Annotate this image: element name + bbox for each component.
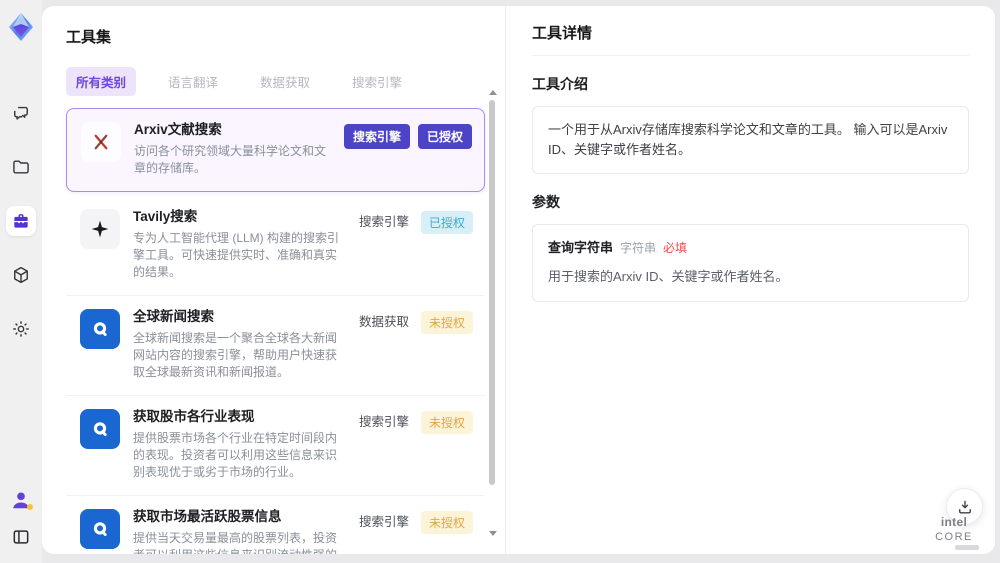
tool-detail-pane: 工具详情 工具介绍 一个用于从Arxiv存储库搜索科学论文和文章的工具。 输入可… (505, 6, 995, 554)
intel-wordmark: intel (940, 515, 968, 529)
tool-card-active-stocks[interactable]: 获取市场最活跃股票信息 提供当天交易量最高的股票列表，投资者可以利用这些信息来识… (66, 496, 485, 554)
status-badge[interactable]: 已授权 (417, 124, 472, 149)
tab-data-fetch[interactable]: 数据获取 (250, 67, 320, 96)
intel-core-logo: intel CORE (921, 515, 987, 550)
tool-description: 提供当天交易量最高的股票列表，投资者可以利用这些信息来识别流动性强的股票和潜在的… (133, 530, 338, 554)
tool-card-arxiv[interactable]: Arxiv文献搜索 访问各个研究领域大量科学论文和文章的存储库。 搜索引擎 已授… (66, 108, 485, 192)
param-description: 用于搜索的Arxiv ID、关键字或作者姓名。 (548, 269, 789, 285)
tab-search-engine[interactable]: 搜索引擎 (342, 67, 412, 96)
main-surface: 工具集 所有类别 语言翻译 数据获取 搜索引擎 Arxiv文献搜索 访问各个研究… (42, 6, 995, 554)
toolbox-icon[interactable] (6, 206, 36, 236)
tool-description: 访问各个研究领域大量科学论文和文章的存储库。 (134, 143, 327, 176)
avatar-status-dot (27, 504, 33, 510)
app-sidebar (0, 0, 42, 563)
intel-logo-subtext (955, 545, 979, 550)
intro-box: 一个用于从Arxiv存储库搜索科学论文和文章的工具。 输入可以是Arxiv ID… (532, 106, 969, 175)
tool-name: 全球新闻搜索 (133, 308, 214, 324)
status-badge: 未授权 (420, 410, 473, 434)
settings-icon[interactable] (6, 314, 36, 344)
sidebar-nav (6, 98, 36, 344)
tool-name: Tavily搜索 (133, 208, 198, 224)
scroll-down-arrow-icon[interactable] (489, 531, 497, 536)
tool-name: 获取市场最活跃股票信息 (133, 508, 282, 524)
status-badge: 已授权 (420, 210, 473, 234)
category-label: 搜索引擎 (358, 214, 409, 229)
intro-heading: 工具介绍 (532, 76, 588, 92)
diamond-logo-icon (6, 12, 36, 42)
tool-list-pane: 工具集 所有类别 语言翻译 数据获取 搜索引擎 Arxiv文献搜索 访问各个研究… (42, 6, 505, 554)
tab-language-translation[interactable]: 语言翻译 (158, 67, 228, 96)
tool-description: 全球新闻搜索是一个聚合全球各大新闻网站内容的搜索引擎，帮助用户快速获取全球最新资… (133, 330, 338, 380)
tab-all-categories[interactable]: 所有类别 (66, 67, 137, 96)
chat-icon[interactable] (6, 98, 36, 128)
tool-cards: Arxiv文献搜索 访问各个研究领域大量科学论文和文章的存储库。 搜索引擎 已授… (66, 108, 485, 554)
tool-card-global-news[interactable]: 全球新闻搜索 全球新闻搜索是一个聚合全球各大新闻网站内容的搜索引擎，帮助用户快速… (66, 296, 485, 396)
list-scrollbar[interactable] (488, 90, 497, 536)
panel-toggle-icon[interactable] (9, 525, 33, 549)
globalnews-icon (80, 308, 120, 349)
param-required-flag: 必填 (663, 241, 688, 256)
detail-header: 工具详情 (532, 6, 969, 56)
tool-description: 提供股票市场各个行业在特定时间段内的表现。投资者可以利用这些信息来识别表现优于或… (133, 430, 338, 480)
stock-icon (80, 508, 120, 549)
avatar-icon[interactable] (10, 489, 33, 511)
category-badge[interactable]: 搜索引擎 (343, 124, 410, 149)
download-icon (958, 500, 971, 514)
scrollbar-thumb[interactable] (489, 100, 495, 485)
status-badge: 未授权 (420, 310, 473, 334)
tavily-star-icon (80, 208, 120, 249)
category-label: 搜索引擎 (358, 414, 409, 429)
param-type: 字符串 (620, 241, 657, 256)
page-title: 工具集 (66, 29, 112, 46)
stock-icon (80, 408, 120, 449)
params-heading: 参数 (532, 194, 560, 211)
status-badge: 未授权 (420, 510, 473, 534)
tool-name: Arxiv文献搜索 (134, 122, 222, 137)
category-label: 搜索引擎 (358, 514, 409, 529)
param-name: 查询字符串 (548, 240, 614, 256)
cube-icon[interactable] (6, 260, 36, 290)
detail-title: 工具详情 (532, 25, 593, 42)
tool-card-sector-performance[interactable]: 获取股市各行业表现 提供股票市场各个行业在特定时间段内的表现。投资者可以利用这些… (66, 396, 485, 496)
tool-name: 获取股市各行业表现 (133, 408, 255, 424)
category-label: 数据获取 (358, 314, 409, 329)
tool-description: 专为人工智能代理 (LLM) 构建的搜索引擎工具。可快速提供实时、准确和真实的结… (133, 230, 340, 280)
category-tabs: 所有类别 语言翻译 数据获取 搜索引擎 (66, 67, 485, 96)
param-box: 查询字符串 字符串 必填 用于搜索的Arxiv ID、关键字或作者姓名。 (532, 224, 969, 302)
scroll-up-arrow-icon[interactable] (489, 90, 497, 95)
folder-icon[interactable] (6, 152, 36, 182)
arxiv-icon (81, 122, 121, 162)
tool-card-tavily[interactable]: Tavily搜索 专为人工智能代理 (LLM) 构建的搜索引擎工具。可快速提供实… (66, 196, 485, 296)
sidebar-bottom (9, 489, 33, 549)
core-wordmark: CORE (935, 531, 973, 543)
